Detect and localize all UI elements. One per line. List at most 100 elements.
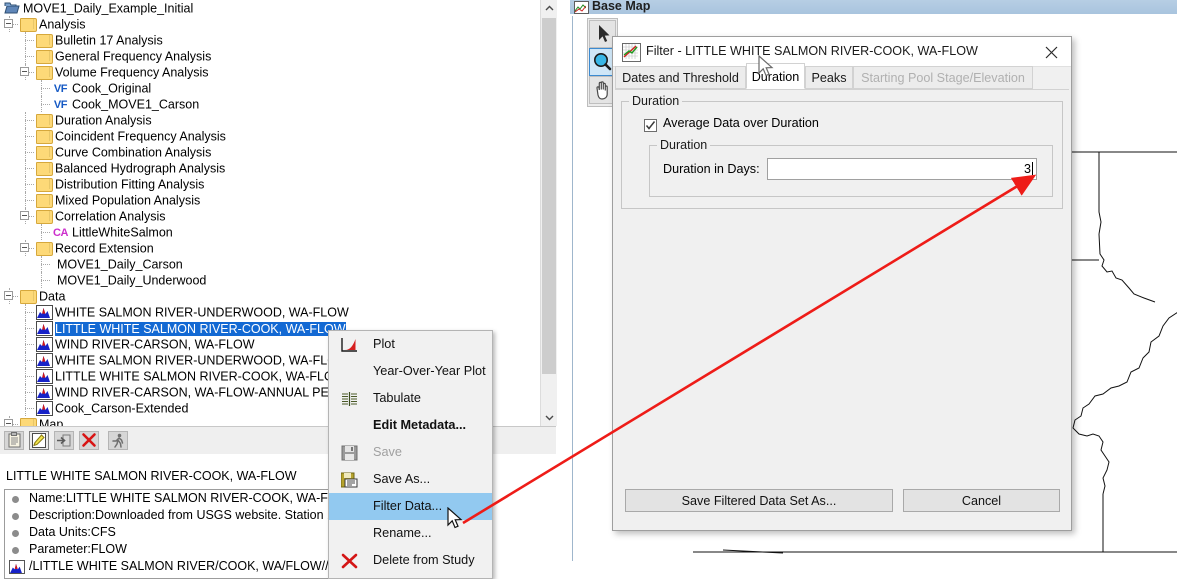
folder-icon <box>36 193 53 208</box>
tree-node[interactable]: Curve Combination Analysis <box>36 144 211 160</box>
tree-guide-line <box>41 104 50 105</box>
menu-item-plot[interactable]: Plot <box>329 331 492 358</box>
close-icon[interactable] <box>1035 41 1067 63</box>
tree-expander-record-extension[interactable] <box>20 243 29 252</box>
metadata-row[interactable]: /LITTLE WHITE SALMON RIVER/COOK, WA/FLOW… <box>5 558 335 575</box>
menu-item-edit-metadata[interactable]: Edit Metadata... <box>329 412 492 439</box>
metadata-list[interactable]: Name:LITTLE WHITE SALMON RIVER-COOK, WA-… <box>4 489 336 579</box>
tab-peaks[interactable]: Peaks <box>805 66 853 89</box>
metadata-row[interactable]: Parameter:FLOW <box>5 541 335 558</box>
pencil-edit-icon[interactable] <box>29 431 49 450</box>
tree-node[interactable]: WIND RIVER-CARSON, WA-FLOW-ANNUAL PEAK <box>36 384 346 400</box>
import-arrow-icon[interactable] <box>54 431 74 450</box>
tree-node[interactable]: WHITE SALMON RIVER-UNDERWOOD, WA-FLOW <box>36 352 349 368</box>
folder-icon <box>20 17 37 32</box>
folder-icon <box>36 33 53 48</box>
dataset-icon <box>36 385 53 400</box>
metadata-row[interactable]: COOK, WA <box>5 575 335 578</box>
tree-node[interactable]: Correlation Analysis <box>36 208 165 224</box>
scroll-up-button[interactable] <box>541 0 557 17</box>
clipboard-icon[interactable] <box>4 431 24 450</box>
tree-node[interactable]: General Frequency Analysis <box>36 48 211 64</box>
tree-node[interactable]: LITTLE WHITE SALMON RIVER-COOK, WA-FLOW <box>36 368 346 384</box>
tree-node[interactable]: Coincident Frequency Analysis <box>36 128 226 144</box>
tree-expander-correlation-analysis[interactable] <box>20 211 29 220</box>
tree-node-label: LittleWhiteSalmon <box>72 225 173 240</box>
folder-icon <box>36 113 53 128</box>
bullet-icon <box>12 496 19 503</box>
tree-vertical-scrollbar[interactable] <box>540 0 557 426</box>
menu-item-filter-data[interactable]: Filter Data... <box>329 493 492 520</box>
tree-node[interactable]: Duration Analysis <box>36 112 152 128</box>
tree-node[interactable]: WIND RIVER-CARSON, WA-FLOW <box>36 336 255 352</box>
tree-node[interactable]: Balanced Hydrograph Analysis <box>36 160 225 176</box>
tree-guide-line <box>25 376 34 377</box>
context-menu[interactable]: Plot Year-Over-Year Plot Tabulate Edit Meta… <box>328 330 493 579</box>
folder-icon <box>36 161 53 176</box>
tree-node-label: MOVE1_Daily_Underwood <box>57 273 207 288</box>
tree-node[interactable]: VF Cook_Original <box>52 80 151 96</box>
menu-item-year-over-year-plot[interactable]: Year-Over-Year Plot <box>329 358 492 385</box>
scrollbar-thumb[interactable] <box>542 18 556 374</box>
metadata-row[interactable]: Data Units:CFS <box>5 524 335 541</box>
folder-icon <box>20 289 37 304</box>
tree-node-label: WHITE SALMON RIVER-UNDERWOOD, WA-FLOW <box>55 353 349 368</box>
menu-item-rename[interactable]: Rename... <box>329 520 492 547</box>
filter-dialog-icon <box>622 43 641 62</box>
average-data-over-duration-checkbox[interactable] <box>644 119 657 132</box>
tree-node[interactable]: MOVE1_Daily_Carson <box>52 256 183 272</box>
dataset-icon <box>36 337 53 352</box>
metadata-row[interactable]: Name:LITTLE WHITE SALMON RIVER-COOK, WA-… <box>5 490 335 507</box>
tree-guide-line <box>25 152 34 153</box>
tree-node-label: Analysis <box>39 17 86 32</box>
tree-node-label: Distribution Fitting Analysis <box>55 177 205 192</box>
red-x-icon[interactable] <box>79 431 99 450</box>
tree-node[interactable]: VF Cook_MOVE1_Carson <box>52 96 199 112</box>
tree-node-label: Coincident Frequency Analysis <box>55 129 226 144</box>
tree-node[interactable]: CA LittleWhiteSalmon <box>52 224 173 240</box>
tree-guide-line <box>25 328 34 329</box>
duration-in-days-input[interactable]: 3 <box>767 158 1037 180</box>
tree-node[interactable]: Record Extension <box>36 240 154 256</box>
vf-icon: VF <box>53 83 68 95</box>
tree-node[interactable]: Bulletin 17 Analysis <box>36 32 163 48</box>
tree-node-label: LITTLE WHITE SALMON RIVER-COOK, WA-FLOW <box>55 321 346 336</box>
scroll-down-button[interactable] <box>541 409 557 426</box>
red-x-icon <box>341 552 359 569</box>
tree-node[interactable]: Map <box>20 416 63 426</box>
floppy-save-as-icon <box>340 471 359 488</box>
tab-duration[interactable]: Duration <box>746 63 805 89</box>
tree-guide-line <box>25 312 34 313</box>
tree-node[interactable]: Data <box>20 288 65 304</box>
tree-expander-analysis[interactable] <box>4 19 13 28</box>
tree-guide-line <box>25 40 34 41</box>
tree-node-label: Correlation Analysis <box>55 209 166 224</box>
runner-icon[interactable] <box>108 431 128 450</box>
tree-expander-data[interactable] <box>4 291 13 300</box>
tree-node-label: Record Extension <box>55 241 154 256</box>
tree-expander-volume-frequency-analysis[interactable] <box>20 67 29 76</box>
menu-item-tabulate[interactable]: Tabulate <box>329 385 492 412</box>
tree-guide-line <box>25 56 34 57</box>
tree-node[interactable]: MOVE1_Daily_Underwood <box>52 272 206 288</box>
tree-node[interactable]: LITTLE WHITE SALMON RIVER-COOK, WA-FLOW <box>36 320 346 336</box>
tree-node[interactable]: WHITE SALMON RIVER-UNDERWOOD, WA-FLOW <box>36 304 349 320</box>
tree-node[interactable]: MOVE1_Daily_Example_Initial <box>4 0 193 16</box>
menu-item-label: Save As... <box>373 472 431 486</box>
tree-node[interactable]: Volume Frequency Analysis <box>36 64 209 80</box>
floppy-icon <box>341 444 359 461</box>
save-filtered-data-set-as-button[interactable]: Save Filtered Data Set As... <box>625 489 893 512</box>
tree-expander-map[interactable] <box>4 419 13 426</box>
cancel-button[interactable]: Cancel <box>903 489 1060 512</box>
tree-node[interactable]: Mixed Population Analysis <box>36 192 200 208</box>
tree-node[interactable]: Analysis <box>20 16 86 32</box>
tab-dates-and-threshold[interactable]: Dates and Threshold <box>615 66 746 89</box>
tree-node[interactable]: Cook_Carson-Extended <box>36 400 188 416</box>
menu-item-save-as[interactable]: Save As... <box>329 466 492 493</box>
metadata-row[interactable]: Description:Downloaded from USGS website… <box>5 507 335 524</box>
text-caret <box>1032 162 1033 175</box>
metadata-row-text: Description:Downloaded from USGS website… <box>29 508 335 522</box>
tree-node-label: LITTLE WHITE SALMON RIVER-COOK, WA-FLOW <box>55 369 346 384</box>
tree-node[interactable]: Distribution Fitting Analysis <box>36 176 204 192</box>
menu-item-delete-from-study[interactable]: Delete from Study <box>329 547 492 574</box>
